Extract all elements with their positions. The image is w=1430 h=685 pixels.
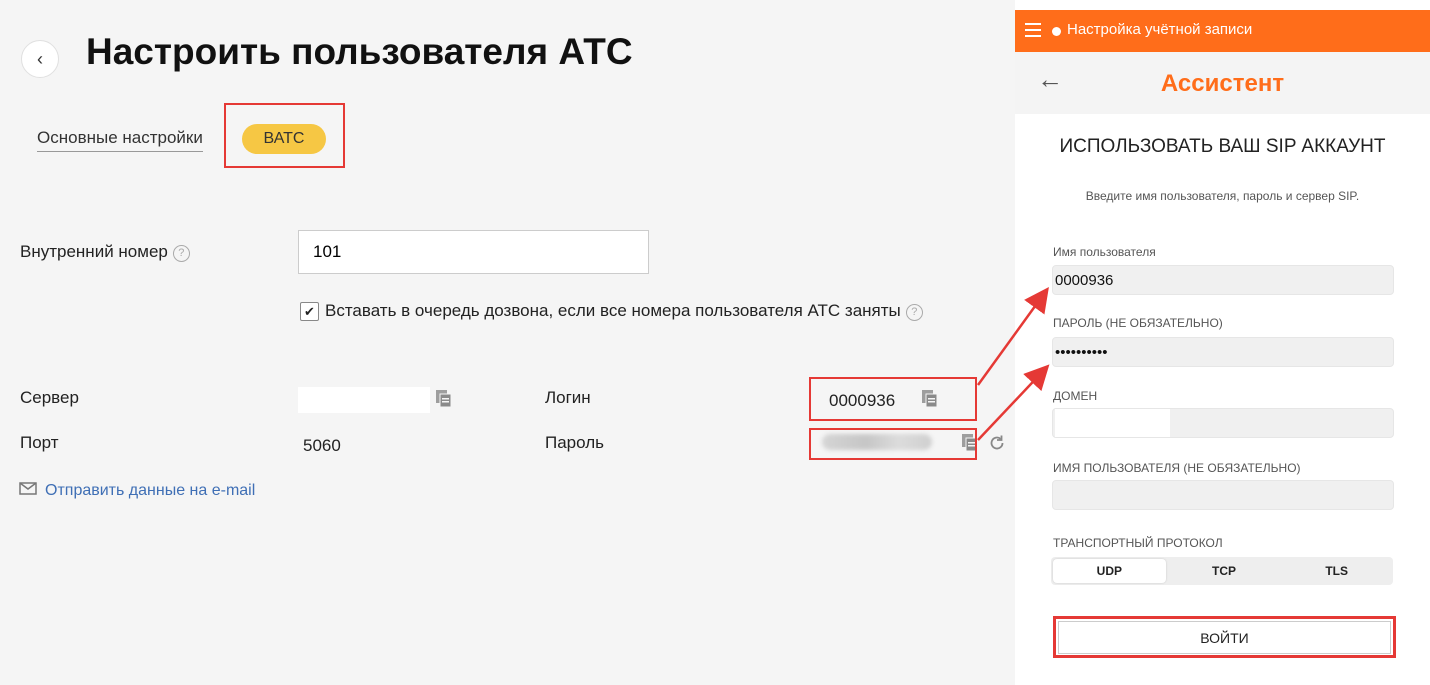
annotation-arrows: [976, 286, 1050, 441]
arrow-login-to-username: [976, 286, 1049, 386]
arrow-password-to-password: [977, 364, 1050, 441]
